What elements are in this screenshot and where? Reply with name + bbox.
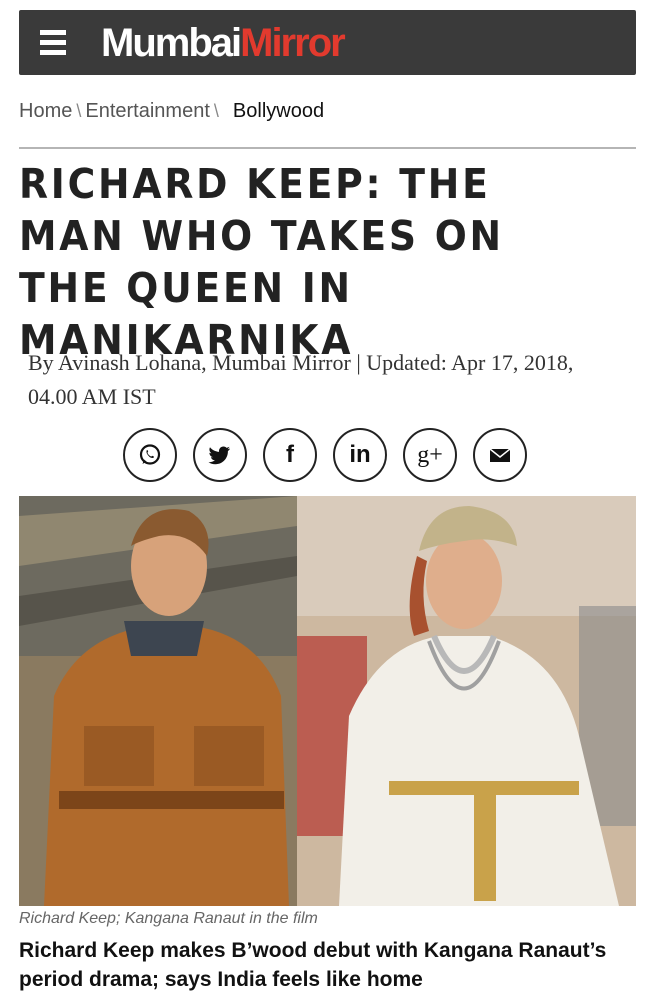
photo-illustration bbox=[19, 496, 636, 906]
twitter-share-button[interactable] bbox=[193, 428, 247, 482]
divider bbox=[19, 147, 636, 149]
site-logo[interactable]: MumbaiMirror bbox=[101, 20, 346, 65]
article-page: MumbaiMirror Home \ Entertainment \ Boll… bbox=[0, 0, 655, 999]
facebook-icon: f bbox=[286, 441, 294, 468]
photo-caption: Richard Keep; Kangana Ranaut in the film bbox=[19, 910, 318, 927]
article-headline: RICHARD KEEP: THE MAN WHO TAKES ON THE Q… bbox=[19, 160, 504, 364]
linkedin-icon: in bbox=[349, 441, 371, 468]
share-bar: f in g+ bbox=[123, 428, 527, 482]
breadcrumb-home[interactable]: Home bbox=[19, 100, 72, 123]
whatsapp-share-button[interactable] bbox=[123, 428, 177, 482]
whatsapp-icon bbox=[139, 444, 161, 465]
breadcrumb-separator: \ bbox=[76, 100, 82, 121]
facebook-share-button[interactable]: f bbox=[263, 428, 317, 482]
breadcrumb-separator: \ bbox=[213, 100, 219, 121]
breadcrumb: Home \ Entertainment \ Bollywood bbox=[19, 98, 324, 124]
logo-mirror: Mirror bbox=[240, 20, 346, 65]
googleplus-icon: g+ bbox=[417, 441, 443, 468]
site-header: MumbaiMirror bbox=[19, 10, 636, 75]
breadcrumb-bollywood[interactable]: Bollywood bbox=[233, 100, 324, 123]
email-icon bbox=[489, 448, 511, 462]
breadcrumb-entertainment[interactable]: Entertainment bbox=[85, 100, 210, 123]
email-share-button[interactable] bbox=[473, 428, 527, 482]
article-subheadline: Richard Keep makes B’wood debut with Kan… bbox=[19, 939, 607, 991]
googleplus-share-button[interactable]: g+ bbox=[403, 428, 457, 482]
hamburger-menu-icon[interactable] bbox=[33, 23, 73, 63]
twitter-icon bbox=[208, 446, 230, 465]
article-byline: By Avinash Lohana, Mumbai Mirror | Updat… bbox=[28, 350, 574, 409]
logo-mumbai: Mumbai bbox=[101, 20, 242, 65]
linkedin-share-button[interactable]: in bbox=[333, 428, 387, 482]
article-photo[interactable] bbox=[19, 496, 636, 906]
